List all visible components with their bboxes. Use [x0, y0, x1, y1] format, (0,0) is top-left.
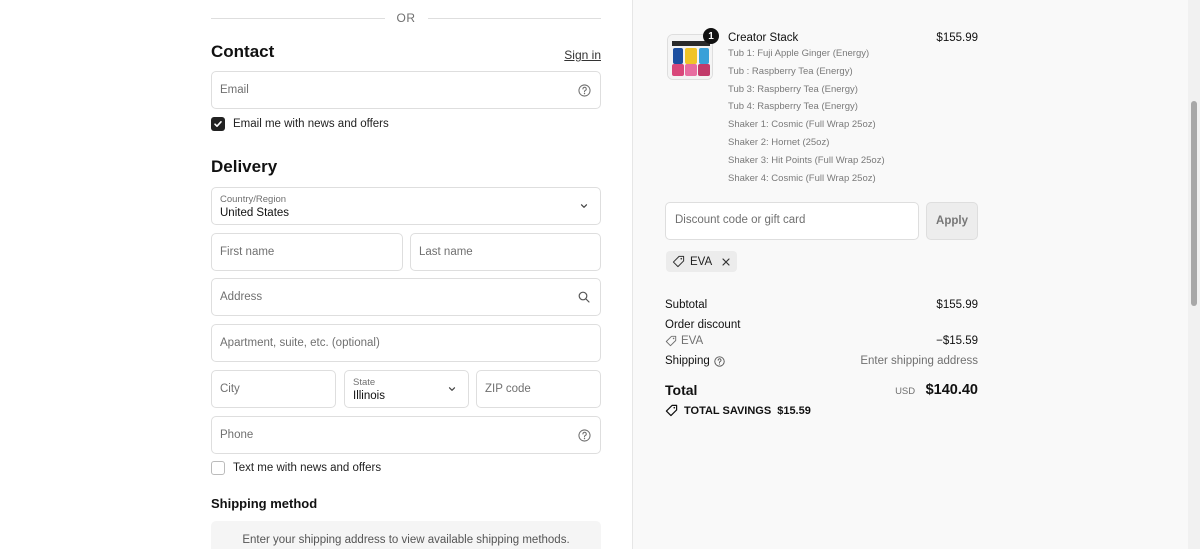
- discount-value: −$15.59: [936, 335, 978, 347]
- scrollbar-track[interactable]: [1188, 0, 1200, 549]
- divider-line-left: [211, 17, 385, 19]
- discount-placeholder: Discount code or gift card: [675, 214, 806, 226]
- country-label: Country/Region: [220, 194, 287, 205]
- total-value: $140.40: [925, 382, 978, 398]
- search-icon: [577, 290, 591, 304]
- product-option: Tub 1: Fuji Apple Ginger (Energy): [728, 48, 870, 59]
- email-field[interactable]: Email: [211, 71, 601, 109]
- total-label: Total: [665, 382, 698, 398]
- product-option: Tub 4: Raspberry Tea (Energy): [728, 101, 858, 113]
- email-newsletter-row[interactable]: Email me with news and offers: [211, 117, 389, 131]
- product-option: Shaker 1: Cosmic (Full Wrap 25oz): [728, 119, 876, 131]
- country-value: United States: [220, 207, 290, 219]
- apartment-placeholder: Apartment, suite, etc. (optional): [220, 337, 380, 349]
- subtotal-value: $155.99: [936, 299, 978, 311]
- help-icon[interactable]: [577, 428, 591, 442]
- product-option: Shaker 2: Hornet (25oz): [728, 136, 830, 148]
- shipping-row: Shipping Enter shipping address: [665, 355, 978, 367]
- zip-placeholder: ZIP code: [485, 383, 531, 395]
- product-options: Tub 1: Fuji Apple Ginger (Energy) Tub : …: [728, 47, 885, 189]
- last-name-placeholder: Last name: [419, 246, 473, 258]
- sign-in-link[interactable]: Sign in: [564, 48, 601, 62]
- sms-newsletter-checkbox[interactable]: [211, 461, 225, 475]
- state-select[interactable]: State Illinois: [344, 370, 469, 408]
- total-savings-row: TOTAL SAVINGS $15.59: [665, 404, 811, 417]
- email-newsletter-label: Email me with news and offers: [233, 118, 389, 130]
- discount-code-input[interactable]: Discount code or gift card: [665, 202, 919, 240]
- discount-code-row: EVA −$15.59: [665, 335, 978, 347]
- email-newsletter-checkbox[interactable]: [211, 117, 225, 131]
- currency-code: USD: [895, 386, 916, 397]
- help-icon[interactable]: [577, 83, 591, 97]
- order-discount-row: Order discount: [665, 319, 978, 331]
- order-discount-label: Order discount: [665, 319, 741, 331]
- applied-discount-code: EVA: [690, 255, 713, 268]
- or-divider: OR: [211, 10, 601, 26]
- product-option: Shaker 3: Hit Points (Full Wrap 25oz): [728, 154, 885, 166]
- city-placeholder: City: [220, 383, 240, 395]
- city-field[interactable]: City: [211, 370, 336, 408]
- chevron-down-icon: [445, 382, 459, 396]
- sign-in-row: Sign in: [211, 46, 601, 64]
- subtotal-row: Subtotal $155.99: [665, 299, 978, 311]
- tag-icon: [665, 335, 677, 347]
- or-text: OR: [396, 11, 416, 25]
- state-value: Illinois: [353, 390, 385, 402]
- last-name-field[interactable]: Last name: [410, 233, 601, 271]
- product-price: $155.99: [936, 32, 978, 44]
- chevron-down-icon: [577, 199, 591, 213]
- address-field[interactable]: Address: [211, 278, 601, 316]
- tag-icon: [672, 255, 685, 268]
- scrollbar-thumb[interactable]: [1191, 101, 1197, 306]
- shipping-method-heading: Shipping method: [211, 496, 318, 511]
- shipping-value: Enter shipping address: [860, 355, 978, 367]
- first-name-field[interactable]: First name: [211, 233, 403, 271]
- applied-discount-tag: EVA: [666, 251, 738, 272]
- delivery-heading: Delivery: [211, 157, 278, 176]
- order-summary: 1 Creator Stack $155.99 Tub 1: Fuji Appl…: [632, 0, 1200, 549]
- state-label: State: [353, 377, 376, 388]
- product-option: Shaker 4: Cosmic (Full Wrap 25oz): [728, 172, 876, 184]
- help-icon[interactable]: [714, 355, 725, 367]
- tag-icon: [665, 404, 678, 417]
- close-icon[interactable]: [721, 257, 731, 267]
- country-select[interactable]: Country/Region United States: [211, 187, 601, 225]
- subtotal-label: Subtotal: [665, 299, 708, 311]
- shipping-label: Shipping: [665, 355, 710, 367]
- sms-newsletter-row[interactable]: Text me with news and offers: [211, 461, 381, 475]
- discount-code-info: EVA: [665, 335, 703, 347]
- apartment-field[interactable]: Apartment, suite, etc. (optional): [211, 324, 601, 362]
- total-value-wrap: USD $140.40: [833, 381, 978, 399]
- checkout-form: OR Contact Sign in Email Email me with n…: [0, 0, 632, 549]
- product-name: Creator Stack: [728, 32, 799, 44]
- check-icon: [214, 121, 222, 127]
- sms-newsletter-label: Text me with news and offers: [233, 462, 382, 474]
- quantity-badge: 1: [703, 28, 719, 44]
- apply-discount-button[interactable]: Apply: [926, 202, 978, 240]
- phone-field[interactable]: Phone: [211, 416, 601, 454]
- address-placeholder: Address: [220, 291, 263, 303]
- total-savings-label: TOTAL SAVINGS: [684, 404, 772, 417]
- product-option: Tub 3: Raspberry Tea (Energy): [728, 83, 858, 95]
- phone-placeholder: Phone: [220, 429, 254, 441]
- shipping-method-notice: Enter your shipping address to view avai…: [211, 521, 601, 549]
- zip-field[interactable]: ZIP code: [476, 370, 601, 408]
- checkout-page: OR Contact Sign in Email Email me with n…: [0, 0, 1200, 549]
- shipping-label-wrap: Shipping: [665, 355, 725, 367]
- product-option: Tub : Raspberry Tea (Energy): [728, 65, 853, 77]
- discount-code-name: EVA: [681, 335, 704, 347]
- first-name-placeholder: First name: [220, 246, 275, 258]
- total-savings-value: $15.59: [777, 404, 811, 417]
- divider-line-right: [427, 17, 601, 19]
- shipping-method-message: Enter your shipping address to view avai…: [242, 534, 570, 546]
- email-placeholder: Email: [220, 84, 249, 96]
